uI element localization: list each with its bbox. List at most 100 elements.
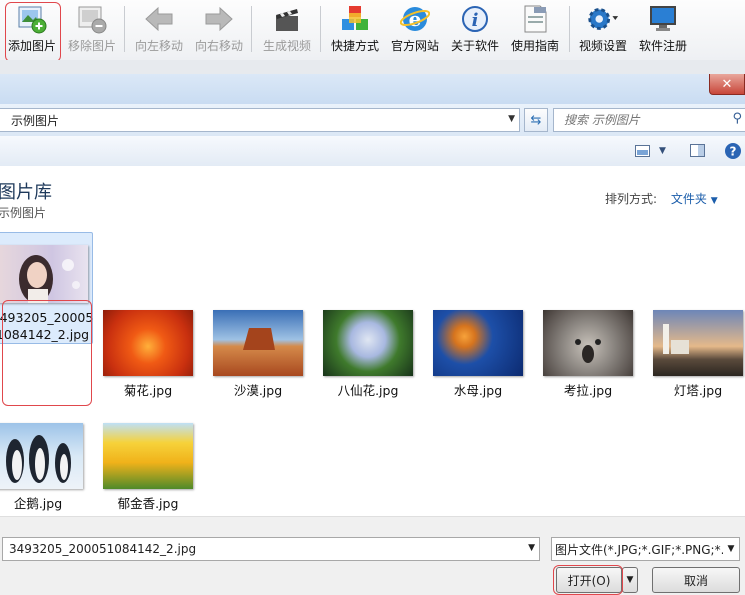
preview-pane-button[interactable] — [690, 142, 706, 160]
arrange-value-dropdown[interactable]: 文件夹 ▼ — [671, 192, 718, 206]
chevron-down-icon: ▼ — [710, 196, 718, 206]
shortcut-label: 快捷方式 — [330, 39, 379, 53]
file-name: 菊花.jpg — [123, 383, 173, 398]
refresh-button[interactable]: ⇆ — [524, 108, 548, 132]
add-picture-label: 添加图片 — [7, 39, 56, 53]
arrange-by: 排列方式: 文件夹 ▼ — [605, 190, 718, 207]
toolbar-divider — [320, 6, 321, 52]
filename-combobox[interactable]: 3493205_200051084142_2.jpg ▼ — [2, 537, 540, 561]
help-button[interactable]: ? — [724, 142, 742, 160]
remove-picture-label: 移除图片 — [67, 39, 116, 53]
thumbnail-desert — [213, 310, 303, 376]
file-name: 企鹅.jpg — [13, 496, 63, 511]
help-icon: ? — [725, 143, 741, 159]
shortcut-cubes-icon — [338, 3, 372, 35]
command-bar: ▼ ? — [0, 136, 745, 167]
address-path: 示例图片 — [11, 113, 60, 128]
move-right-label: 向右移动 — [194, 39, 243, 53]
thumbnail-jellyfish — [433, 310, 523, 376]
chevron-down-icon[interactable]: ▼ — [528, 543, 535, 553]
gear-icon — [586, 3, 620, 35]
toolbar-divider — [569, 6, 570, 52]
filename-field[interactable]: 3493205_200051084142_2.jpg — [9, 542, 196, 556]
toolbar-divider — [251, 6, 252, 52]
cancel-label: 取消 — [683, 573, 708, 588]
file-item-portrait[interactable]: 3493205_20005 1084142_2.jpg — [0, 232, 93, 344]
open-dropdown-button[interactable]: ▼ — [622, 567, 638, 593]
thumbnail-chrysanthemum — [103, 310, 193, 376]
file-item-koala[interactable]: 考拉.jpg — [542, 310, 634, 399]
video-settings-label: 视频设置 — [578, 39, 627, 53]
video-settings-button[interactable]: 视频设置 — [574, 0, 632, 60]
file-item-hydrangea[interactable]: 八仙花.jpg — [322, 310, 414, 399]
file-list-area: 图片库 示例图片 排列方式: 文件夹 ▼ 3493205_20005 108414… — [0, 166, 745, 516]
thumbnail-hydrangea — [323, 310, 413, 376]
thumbnail-penguins — [0, 423, 83, 489]
add-picture-button[interactable]: 添加图片 — [4, 0, 60, 60]
generate-video-label: 生成视频 — [262, 39, 311, 53]
thumbnail-koala — [543, 310, 633, 376]
register-label: 软件注册 — [638, 39, 687, 53]
search-icon[interactable]: ⚲ — [732, 111, 742, 126]
official-site-label: 官方网站 — [390, 39, 439, 53]
file-name: 考拉.jpg — [563, 383, 613, 398]
search-input[interactable] — [562, 112, 726, 128]
move-left-button[interactable]: 向左移动 — [130, 0, 188, 60]
toolbar-divider — [124, 6, 125, 52]
app-subbar — [0, 60, 745, 74]
register-button[interactable]: 软件注册 — [634, 0, 692, 60]
main-toolbar: 添加图片 移除图片 向左移动 向右移动 生成视频 快捷方式 e 官方网站 i 关… — [0, 0, 745, 61]
cancel-button[interactable]: 取消 — [652, 567, 740, 593]
preview-pane-icon — [690, 144, 705, 157]
dialog-close-button[interactable]: ✕ — [709, 74, 745, 95]
file-item-penguins[interactable]: 企鹅.jpg — [0, 423, 84, 512]
search-box[interactable]: ⚲ — [553, 108, 745, 132]
chevron-down-icon — [612, 16, 619, 20]
arrange-label: 排列方式: — [605, 192, 658, 206]
file-item-desert[interactable]: 沙漠.jpg — [212, 310, 304, 399]
arrow-left-icon — [142, 3, 176, 35]
user-guide-button[interactable]: 使用指南 — [506, 0, 564, 60]
thumbnail-portrait — [0, 245, 88, 303]
chevron-down-icon[interactable]: ▼ — [508, 114, 515, 124]
file-item-jellyfish[interactable]: 水母.jpg — [432, 310, 524, 399]
svg-text:i: i — [472, 10, 479, 31]
chevron-down-icon[interactable]: ▼ — [723, 538, 739, 560]
about-label: 关于软件 — [450, 39, 499, 53]
file-name: 灯塔.jpg — [673, 383, 723, 398]
file-name: 水母.jpg — [453, 383, 503, 398]
open-label: 打开(O) — [567, 573, 611, 588]
svg-text:?: ? — [730, 145, 737, 159]
file-name: 郁金香.jpg — [117, 496, 179, 511]
library-subtitle: 示例图片 — [0, 206, 47, 220]
filetype-value: 图片文件(*.JPG;*.GIF;*.PNG;*.B — [555, 542, 733, 557]
add-picture-icon — [15, 3, 49, 35]
official-site-button[interactable]: e 官方网站 — [386, 0, 444, 60]
about-button[interactable]: i 关于软件 — [446, 0, 504, 60]
open-button[interactable]: 打开(O) — [556, 567, 622, 593]
change-view-button[interactable]: ▼ — [635, 142, 666, 160]
file-item-tulips[interactable]: 郁金香.jpg — [102, 423, 194, 512]
file-name: 沙漠.jpg — [233, 383, 283, 398]
shortcut-button[interactable]: 快捷方式 — [326, 0, 384, 60]
file-item-chrysanthemum[interactable]: 菊花.jpg — [102, 310, 194, 399]
html-doc-icon — [518, 3, 552, 35]
move-left-label: 向左移动 — [134, 39, 183, 53]
arrow-right-icon — [202, 3, 236, 35]
refresh-icon: ⇆ — [530, 112, 542, 128]
dialog-footer: 3493205_200051084142_2.jpg ▼ 图片文件(*.JPG;… — [0, 516, 745, 595]
library-title: 图片库 — [0, 182, 52, 203]
thumbnail-lighthouse — [653, 310, 743, 376]
monitor-icon — [646, 3, 680, 35]
file-item-lighthouse[interactable]: 灯塔.jpg — [652, 310, 744, 399]
clapperboard-icon — [270, 3, 304, 35]
remove-picture-button[interactable]: 移除图片 — [64, 0, 120, 60]
file-name: 3493205_20005 1084142_2.jpg — [0, 310, 94, 342]
generate-video-button[interactable]: 生成视频 — [257, 0, 317, 60]
move-right-button[interactable]: 向右移动 — [190, 0, 248, 60]
file-open-dialog: ✕ 示例图片 ▼ ⇆ ⚲ ▼ ? — [0, 74, 745, 595]
filetype-select[interactable]: 图片文件(*.JPG;*.GIF;*.PNG;*.B ▼ — [551, 537, 740, 561]
remove-picture-icon — [75, 3, 109, 35]
address-bar[interactable]: 示例图片 ▼ — [0, 108, 520, 132]
ie-browser-icon: e — [398, 3, 432, 35]
